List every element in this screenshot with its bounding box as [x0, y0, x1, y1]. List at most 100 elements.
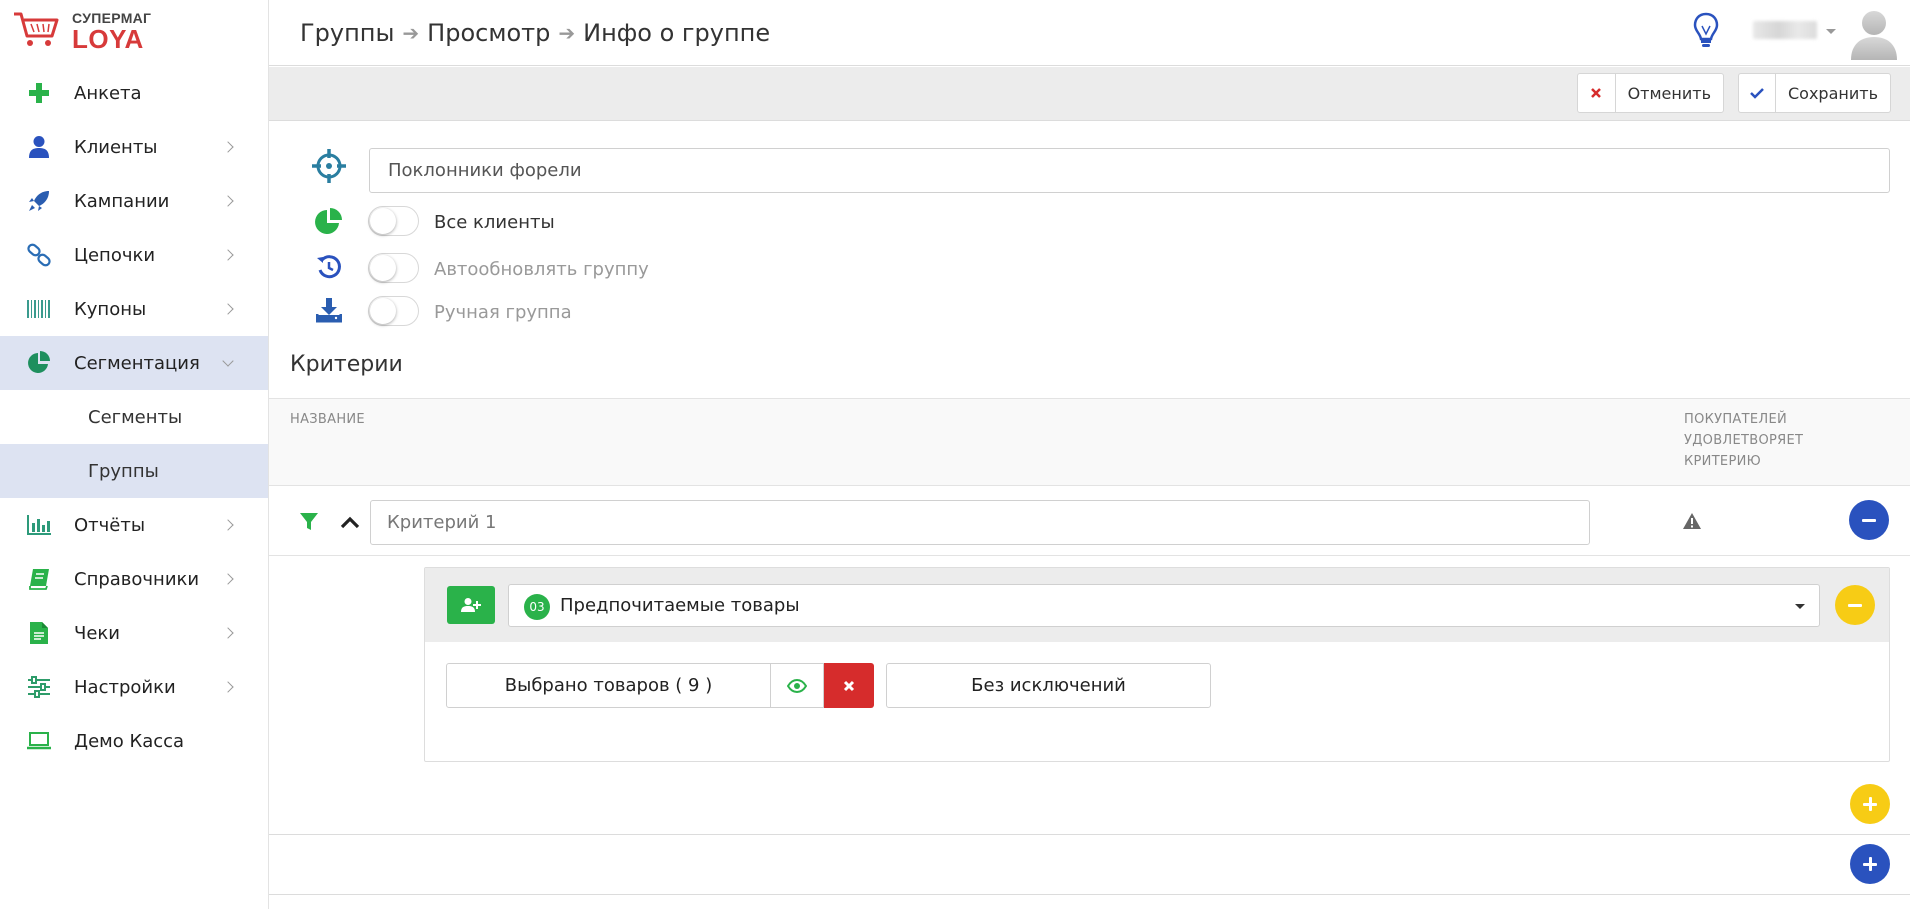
logo[interactable]: СУПЕРМАГ LOYA [12, 6, 252, 56]
avatar[interactable] [1847, 6, 1901, 60]
chevron-down-icon [222, 355, 234, 367]
close-icon [1578, 74, 1616, 112]
sidebar-item-label: Цепочки [74, 244, 156, 266]
sidebar-item-label: Клиенты [74, 136, 158, 158]
sidebar-item-chains[interactable]: Цепочки [0, 228, 268, 282]
condition-type-label: Предпочитаемые товары [560, 595, 800, 616]
add-condition-button[interactable] [1850, 784, 1890, 824]
user-icon [26, 134, 52, 160]
sidebar-subitem-segments[interactable]: Сегменты [0, 390, 268, 444]
cancel-button[interactable]: Отменить [1577, 73, 1724, 113]
sidebar-item-label: Чеки [74, 622, 120, 644]
sidebar-item-label: Демо Касса [74, 730, 185, 752]
column-header-name: НАЗВАНИЕ [290, 412, 365, 427]
chevron-right-icon [222, 249, 234, 261]
pie-chart-icon [26, 350, 52, 376]
breadcrumb-item-current: Инфо о группе [583, 19, 771, 47]
filter-icon[interactable] [299, 512, 319, 536]
sidebar-item-campaigns[interactable]: Кампании [0, 174, 268, 228]
sidebar-item-clients[interactable]: Клиенты [0, 120, 268, 174]
condition-type-select[interactable]: 03 Предпочитаемые товары [508, 584, 1820, 627]
user-name[interactable] [1753, 21, 1817, 39]
lightbulb-icon[interactable] [1693, 12, 1719, 54]
sidebar-item-label: Настройки [74, 676, 176, 698]
close-icon [843, 680, 855, 691]
save-button[interactable]: Сохранить [1738, 73, 1891, 113]
sidebar-subitem-groups[interactable]: Группы [0, 444, 268, 498]
sidebar-item-coupons[interactable]: Купоны [0, 282, 268, 336]
check-icon [1739, 74, 1776, 112]
chevron-right-icon [222, 573, 234, 585]
clear-selection-button[interactable] [824, 663, 874, 708]
crosshair-icon [311, 148, 347, 184]
sidebar-item-label: Анкета [74, 82, 142, 104]
chevron-right-icon [222, 141, 234, 153]
chevron-up-icon[interactable] [340, 514, 360, 533]
manual-group-toggle[interactable] [368, 296, 419, 326]
divider [269, 894, 1910, 895]
auto-update-label: Автообновлять группу [434, 259, 649, 280]
manual-group-label: Ручная группа [434, 302, 572, 323]
sidebar-item-directories[interactable]: Справочники [0, 552, 268, 606]
sidebar-item-settings[interactable]: Настройки [0, 660, 268, 714]
arrow-right-icon: ➔ [402, 21, 420, 45]
plus-icon-vertical [1868, 857, 1872, 871]
arrow-right-icon: ➔ [558, 21, 576, 45]
sidebar-item-label: Кампании [74, 190, 170, 212]
action-toolbar: Отменить Сохранить [269, 67, 1910, 121]
selected-products-button[interactable]: Выбрано товаров ( 9 ) [446, 663, 771, 708]
sliders-icon [26, 674, 52, 700]
remove-condition-button[interactable] [1835, 585, 1875, 625]
cancel-button-label: Отменить [1627, 83, 1711, 103]
criterion-name-input[interactable]: Критерий 1 [370, 500, 1590, 545]
sidebar-subitem-label: Группы [88, 460, 159, 482]
download-icon [311, 292, 347, 328]
sidebar-item-receipts[interactable]: Чеки [0, 606, 268, 660]
caret-down-icon [1795, 604, 1805, 609]
save-button-label: Сохранить [1788, 83, 1878, 103]
criteria-table-header: НАЗВАНИЕ ПОКУПАТЕЛЕЙ УДОВЛЕТВОРЯЕТ КРИТЕ… [269, 398, 1910, 486]
caret-down-icon[interactable] [1826, 29, 1836, 34]
sidebar-item-label: Сегментация [74, 352, 200, 374]
selected-products-group: Выбрано товаров ( 9 ) [446, 663, 874, 708]
book-icon [26, 566, 52, 592]
sidebar-item-segmentation[interactable]: Сегментация [0, 336, 268, 390]
sidebar-subitem-label: Сегменты [88, 406, 183, 428]
rocket-icon [26, 188, 52, 214]
sidebar-menu: Анкета Клиенты Кампании Цепочки Купоны С… [0, 66, 268, 768]
pie-chart-icon [311, 204, 347, 240]
brand-name-bottom: LOYA [72, 24, 144, 54]
condition-panel: 03 Предпочитаемые товары Выбрано товаров… [424, 567, 1890, 762]
minus-icon [1848, 603, 1862, 607]
eye-icon[interactable] [771, 663, 824, 708]
sidebar-item-label: Справочники [74, 568, 200, 590]
breadcrumb-item-view[interactable]: Просмотр [427, 19, 550, 47]
cart-logo-icon [14, 12, 59, 46]
link-icon [26, 242, 52, 268]
add-user-button[interactable] [447, 586, 495, 624]
sidebar-item-anketa[interactable]: Анкета [0, 66, 268, 120]
plus-icon-vertical [1868, 797, 1872, 811]
bar-chart-icon [26, 512, 52, 538]
warning-icon [1682, 512, 1702, 534]
chevron-right-icon [222, 519, 234, 531]
remove-criterion-button[interactable] [1849, 500, 1889, 540]
sidebar-item-reports[interactable]: Отчёты [0, 498, 268, 552]
group-name-input[interactable]: Поклонники форели [369, 148, 1890, 193]
add-criterion-button[interactable] [1850, 844, 1890, 884]
breadcrumb-item-groups[interactable]: Группы [300, 19, 394, 47]
all-clients-toggle[interactable] [368, 206, 419, 236]
add-user-icon [461, 598, 481, 612]
document-icon [26, 620, 52, 646]
auto-update-toggle[interactable] [368, 253, 419, 283]
barcode-icon [26, 296, 52, 322]
sidebar-item-demo-pos[interactable]: Демо Касса [0, 714, 268, 768]
chevron-right-icon [222, 195, 234, 207]
minus-icon [1862, 518, 1876, 522]
column-header-buyers: ПОКУПАТЕЛЕЙ УДОВЛЕТВОРЯЕТ КРИТЕРИЮ [1684, 409, 1854, 472]
sidebar: СУПЕРМАГ LOYA Анкета Клиенты Кампании Це… [0, 0, 269, 909]
history-icon [311, 249, 347, 285]
column-header-buyers-line: КРИТЕРИЮ [1684, 454, 1761, 469]
exclusions-button[interactable]: Без исключений [886, 663, 1211, 708]
condition-header: 03 Предпочитаемые товары [425, 568, 1889, 642]
